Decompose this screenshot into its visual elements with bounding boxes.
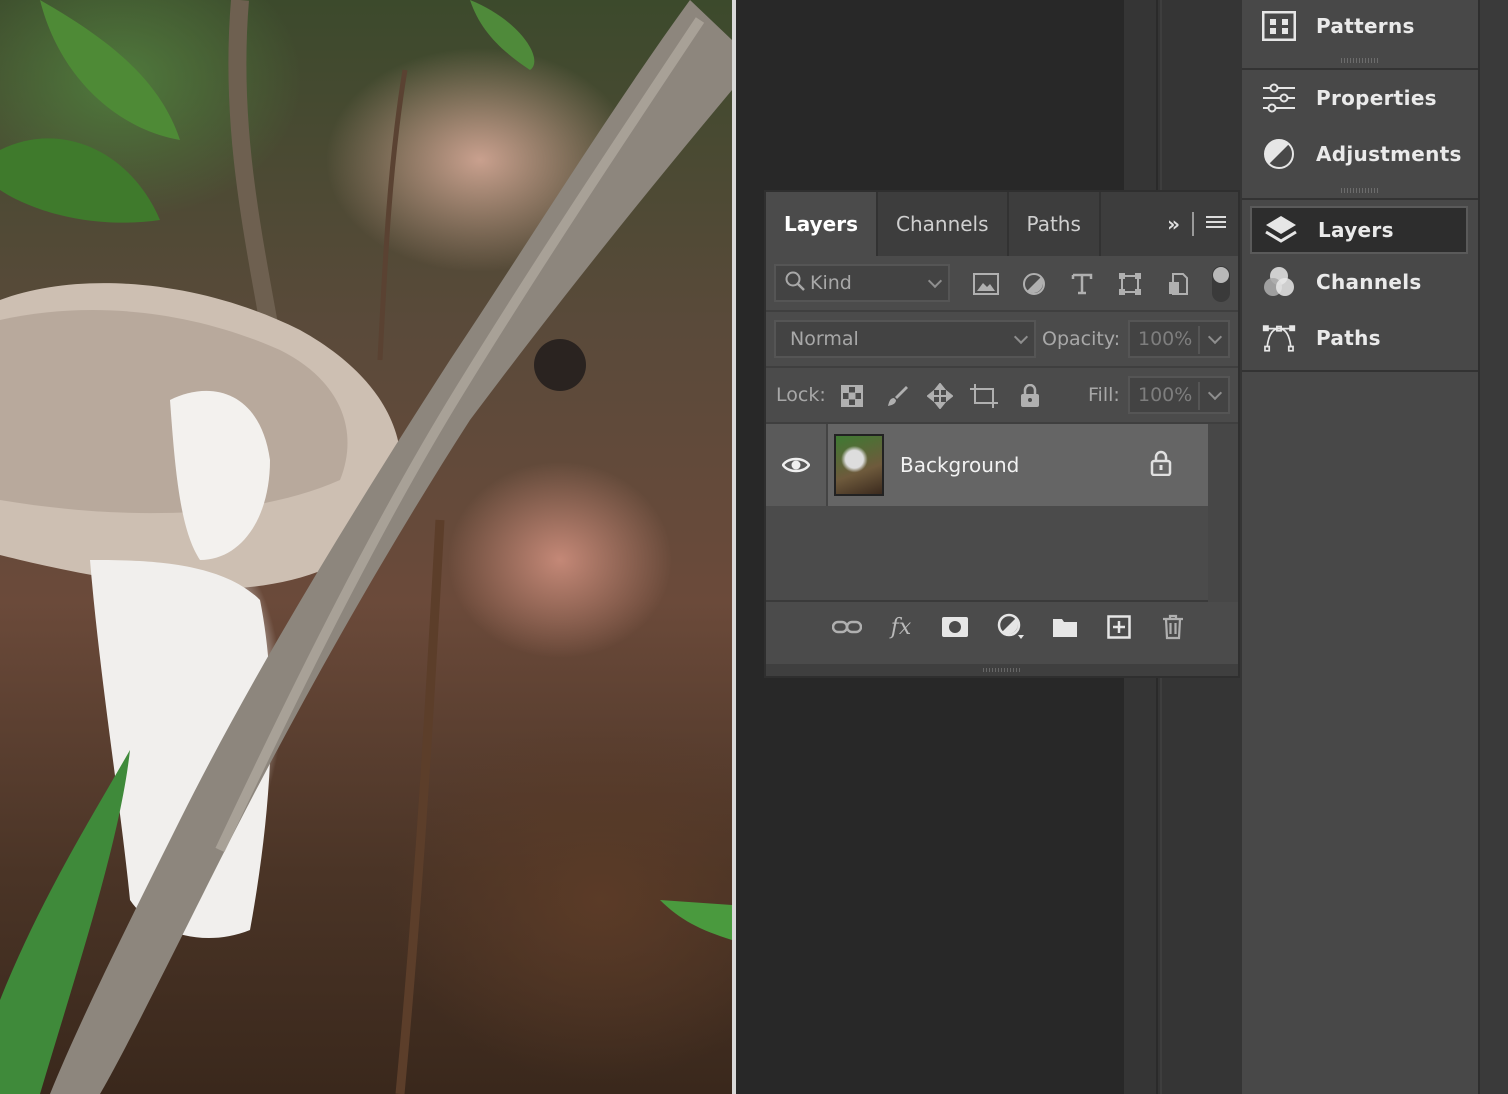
tab-layers[interactable]: Layers [766,192,878,256]
fill-label: Fill: [1088,384,1120,406]
dock-label-patterns: Patterns [1316,14,1415,38]
layer-style-fx-button[interactable]: fx [886,612,916,642]
fill-field[interactable]: 100% [1128,376,1230,414]
filter-smart-object-icon[interactable] [1164,270,1192,298]
chevron-down-icon [1207,385,1223,401]
channels-icon [1262,265,1296,299]
layers-footer-toolbar: fx [766,602,1238,652]
panel-menu-icon[interactable] [1206,212,1226,236]
tab-paths[interactable]: Paths [1009,192,1101,256]
dock-label-layers: Layers [1318,218,1394,242]
add-mask-icon[interactable] [940,612,970,642]
layers-stack-icon [1264,213,1298,247]
document-canvas[interactable] [0,0,732,1094]
filter-adjustment-icon[interactable] [1020,270,1048,298]
toggle-knob [1213,267,1229,283]
filter-toggle-switch[interactable] [1212,266,1230,302]
dock-item-paths[interactable]: Paths [1242,310,1478,366]
lock-row: Lock: Fill: 100% [766,368,1238,424]
dock-item-channels[interactable]: Channels [1242,254,1478,310]
layer-name[interactable]: Background [900,424,1019,506]
lock-transparency-icon[interactable] [838,382,866,410]
dock-label-adjustments: Adjustments [1316,142,1462,166]
dock-group-layers: Layers Channels Paths [1242,200,1478,372]
new-group-folder-icon[interactable] [1050,612,1080,642]
opacity-label: Opacity: [1042,328,1121,350]
blend-mode-value: Normal [790,328,859,350]
dock-group-patterns: Patterns [1242,0,1478,70]
panel-resize-grip[interactable] [766,664,1238,676]
lock-all-icon[interactable] [1016,382,1044,410]
chevron-down-icon [927,273,943,289]
new-layer-icon[interactable] [1104,612,1134,642]
dock-label-properties: Properties [1316,86,1437,110]
tab-tools: » [1167,192,1226,256]
properties-sliders-icon [1262,81,1296,115]
adjustments-icon [1262,137,1296,171]
layer-visibility-toggle[interactable] [766,424,828,506]
lock-image-pixels-brush-icon[interactable] [884,382,912,410]
filter-type-icon[interactable] [1068,270,1096,298]
layer-lock-icon[interactable] [1150,450,1178,480]
photoshop-window: Patterns Properties Adjustments Layers C… [0,0,1508,1094]
panel-dock: Patterns Properties Adjustments Layers C… [1242,0,1478,1094]
blend-mode-select[interactable]: Normal [774,320,1036,358]
filter-kind-select[interactable]: Kind [774,264,950,302]
tab-channels[interactable]: Channels [878,192,1009,256]
dock-item-layers[interactable]: Layers [1250,206,1468,254]
filter-shape-icon[interactable] [1116,270,1144,298]
new-adjustment-layer-icon[interactable] [996,612,1026,642]
layer-thumbnail [834,434,884,496]
fill-value: 100% [1138,384,1193,406]
dock-grip[interactable] [1242,52,1478,68]
opacity-value: 100% [1138,328,1193,350]
field-divider [1198,382,1200,410]
filter-row: Kind [766,256,1238,312]
lock-label: Lock: [776,384,826,406]
dock-edge [1478,0,1508,1094]
layer-list-scrollbar[interactable] [1208,424,1238,602]
field-divider [1198,326,1200,354]
patterns-icon [1262,9,1296,43]
layer-list: Background [766,424,1238,602]
delete-layer-trash-icon[interactable] [1158,612,1188,642]
search-icon [784,270,806,297]
dock-label-paths: Paths [1316,326,1381,350]
collapse-panel-icon[interactable]: » [1167,212,1180,236]
dock-label-channels: Channels [1316,270,1422,294]
chevron-down-icon [1207,329,1223,345]
dock-grip[interactable] [1242,182,1478,198]
link-layers-icon[interactable] [832,612,862,642]
filter-kind-label: Kind [810,272,852,294]
layer-row-background[interactable]: Background [766,424,1208,506]
dock-group-properties: Properties Adjustments [1242,70,1478,200]
canvas-photo [0,0,732,1094]
blend-row: Normal Opacity: 100% [766,312,1238,368]
canvas-edge [732,0,736,1094]
filter-pixel-icon[interactable] [972,270,1000,298]
tab-separator [1192,212,1194,236]
lock-artboard-icon[interactable] [970,382,998,410]
lock-position-move-icon[interactable] [926,382,954,410]
opacity-field[interactable]: 100% [1128,320,1230,358]
layers-panel: Layers Channels Paths » Kind Normal Opac… [764,190,1240,678]
panel-tab-bar: Layers Channels Paths » [766,192,1238,256]
dock-item-patterns[interactable]: Patterns [1242,0,1478,52]
chevron-down-icon [1013,329,1029,345]
paths-pen-icon [1262,321,1296,355]
dock-item-properties[interactable]: Properties [1242,70,1478,126]
dock-item-adjustments[interactable]: Adjustments [1242,126,1478,182]
eye-icon [782,457,810,473]
